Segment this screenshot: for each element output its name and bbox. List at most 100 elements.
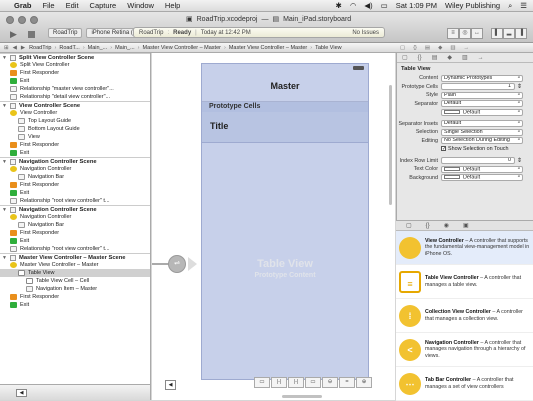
outline-item[interactable]: Relationship "master view controller"...	[0, 85, 150, 93]
forward-icon[interactable]: ▶	[21, 45, 25, 51]
stepper-icon[interactable]: ⇕	[517, 157, 522, 164]
size-class-button[interactable]: ▭	[254, 377, 270, 388]
connections-inspector-icon[interactable]: →	[464, 45, 470, 51]
outline-item[interactable]: First Responder	[0, 69, 150, 77]
breadcrumb-scene[interactable]: Master View Controller – Master	[143, 45, 221, 51]
size-inspector-icon[interactable]: ▥	[450, 45, 455, 51]
inspector-tab-icon[interactable]: ◆	[447, 54, 452, 61]
inspector-popup-button[interactable]: Default	[441, 108, 523, 116]
outline-item[interactable]: View Controller	[0, 109, 150, 117]
file-template-library-icon[interactable]: ▢	[406, 222, 412, 229]
menu-capture[interactable]: Capture	[90, 1, 117, 10]
outline-item[interactable]: Table View	[0, 269, 150, 277]
menu-edit[interactable]: Edit	[66, 1, 79, 10]
show-outline-button[interactable]: ◀	[165, 380, 176, 390]
menubar-clock[interactable]: Sat 1:09 PM	[396, 1, 437, 10]
outline-scene-header[interactable]: ▼ View Controller Scene	[0, 101, 150, 109]
inspector-popup-button[interactable]: Default	[441, 120, 523, 128]
outline-item[interactable]: View	[0, 133, 150, 141]
disclosure-triangle-icon[interactable]: ▼	[2, 103, 10, 109]
breadcrumb-controller[interactable]: Master View Controller – Master	[229, 45, 307, 51]
inspector-popup-button[interactable]: Default	[441, 100, 523, 108]
align-button[interactable]: |-|	[271, 377, 287, 388]
related-items-icon[interactable]: ⊞	[4, 45, 9, 51]
master-scene[interactable]: Master Prototype Cells Title	[201, 63, 369, 380]
disclosure-triangle-icon[interactable]: ▼	[2, 55, 10, 61]
media-library-icon[interactable]: ▣	[463, 222, 469, 229]
code-snippet-library-icon[interactable]: {}	[426, 223, 430, 229]
library-item[interactable]: < Navigation Controller – A controller th…	[396, 333, 533, 367]
outline-item[interactable]: First Responder	[0, 293, 150, 301]
outline-item[interactable]: Exit	[0, 237, 150, 245]
run-button[interactable]: ▶	[10, 29, 17, 40]
zoom-window-button[interactable]	[30, 16, 38, 24]
outline-item[interactable]: First Responder	[0, 141, 150, 149]
outline-item[interactable]: Exit	[0, 77, 150, 85]
library-item[interactable]: View Controller – A controller that supp…	[396, 231, 533, 265]
outline-item[interactable]: Exit	[0, 301, 150, 309]
outline-item[interactable]: Navigation Controller	[0, 213, 150, 221]
outline-scene-header[interactable]: ▼ Navigation Controller Scene	[0, 157, 150, 165]
pin-button[interactable]: |-|	[288, 377, 304, 388]
inspector-popup-button[interactable]: No Selection During Editing	[441, 137, 523, 145]
volume-icon[interactable]: ◀)	[364, 1, 372, 10]
disclosure-triangle-icon[interactable]: ▼	[2, 255, 10, 261]
outline-item[interactable]: Relationship "root view controller" t...	[0, 245, 150, 253]
assistant-editor-button[interactable]: ◎	[459, 28, 471, 39]
zoom-out-button[interactable]: ⊖	[322, 377, 338, 388]
show-selection-checkbox[interactable]: ✓ Show Selection on Touch	[441, 146, 508, 152]
outline-item[interactable]: Master View Controller – Master	[0, 261, 150, 269]
inspector-number-field[interactable]: 1	[441, 83, 515, 91]
outline-item[interactable]: Relationship "detail view controller"...	[0, 93, 150, 101]
outline-item[interactable]: Split View Controller	[0, 61, 150, 69]
outline-item[interactable]: Navigation Bar	[0, 173, 150, 181]
navigation-bar[interactable]: Master	[202, 71, 368, 102]
menu-file[interactable]: File	[43, 1, 55, 10]
outline-item[interactable]: Exit	[0, 149, 150, 157]
zoom-in-button[interactable]: ⊕	[356, 377, 372, 388]
outline-item[interactable]: Navigation Item – Master	[0, 285, 150, 293]
outline-item[interactable]: Exit	[0, 189, 150, 197]
inspector-number-field[interactable]: 0	[441, 157, 515, 165]
notification-center-icon[interactable]: ☰	[520, 1, 527, 10]
resolve-layout-button[interactable]: ▭	[305, 377, 321, 388]
outline-item[interactable]: First Responder	[0, 181, 150, 189]
standard-editor-button[interactable]: ≡	[447, 28, 459, 39]
stop-button[interactable]	[28, 31, 35, 38]
debug-toggle-button[interactable]: ▂	[503, 28, 515, 39]
outline-item[interactable]: Table View Cell – Cell	[0, 277, 150, 285]
scheme-name[interactable]: RoadTrip	[48, 28, 83, 38]
inspector-popup-button[interactable]: Single Selection	[441, 128, 523, 136]
inspector-tab-icon[interactable]: ▥	[462, 54, 468, 61]
battery-icon[interactable]: ▭	[381, 1, 388, 10]
outline-item[interactable]: Relationship "root view controller" t...	[0, 197, 150, 205]
back-icon[interactable]: ◀	[13, 45, 17, 51]
inspector-tab-icon[interactable]: ▢	[402, 54, 408, 61]
outline-item[interactable]: Navigation Controller	[0, 165, 150, 173]
outline-scene-header[interactable]: ▼ Master View Controller – Master Scene	[0, 253, 150, 261]
disclosure-triangle-icon[interactable]: ▼	[2, 159, 10, 165]
library-item[interactable]: ⁞ Collection View Controller – A controll…	[396, 299, 533, 333]
menu-window[interactable]: Window	[127, 1, 154, 10]
canvas-vertical-scrollbar[interactable]	[389, 85, 392, 205]
wifi-icon[interactable]: ◠	[350, 1, 357, 10]
utilities-toggle-button[interactable]: ▐	[515, 28, 527, 39]
inspector-popup-button[interactable]: Dynamic Prototypes	[441, 74, 523, 82]
menubar-user[interactable]: Wiley Publishing	[445, 1, 500, 10]
file-inspector-icon[interactable]: ▢	[400, 45, 405, 51]
inspector-tab-icon[interactable]: {}	[418, 55, 422, 61]
inspector-popup-button[interactable]: Plain	[441, 91, 523, 99]
bluetooth-icon[interactable]: ✱	[336, 1, 342, 10]
breadcrumb-project[interactable]: RoadTrip	[29, 45, 51, 51]
outline-item[interactable]: Top Layout Guide	[0, 117, 150, 125]
attributes-inspector-icon[interactable]: ◆	[438, 45, 442, 51]
prototype-cell[interactable]: Title	[202, 112, 368, 143]
inspector-popup-button[interactable]: Default	[441, 174, 523, 182]
stepper-icon[interactable]: ⇕	[517, 83, 522, 90]
hide-outline-button[interactable]: ◀	[16, 389, 27, 397]
spotlight-icon[interactable]: ⌕	[508, 1, 512, 11]
identity-inspector-icon[interactable]: ▤	[425, 45, 430, 51]
navigator-toggle-button[interactable]: ▌	[491, 28, 503, 39]
breadcrumb-file-base[interactable]: Main_...	[115, 45, 135, 51]
breadcrumb-table-view[interactable]: Table View	[315, 45, 342, 51]
